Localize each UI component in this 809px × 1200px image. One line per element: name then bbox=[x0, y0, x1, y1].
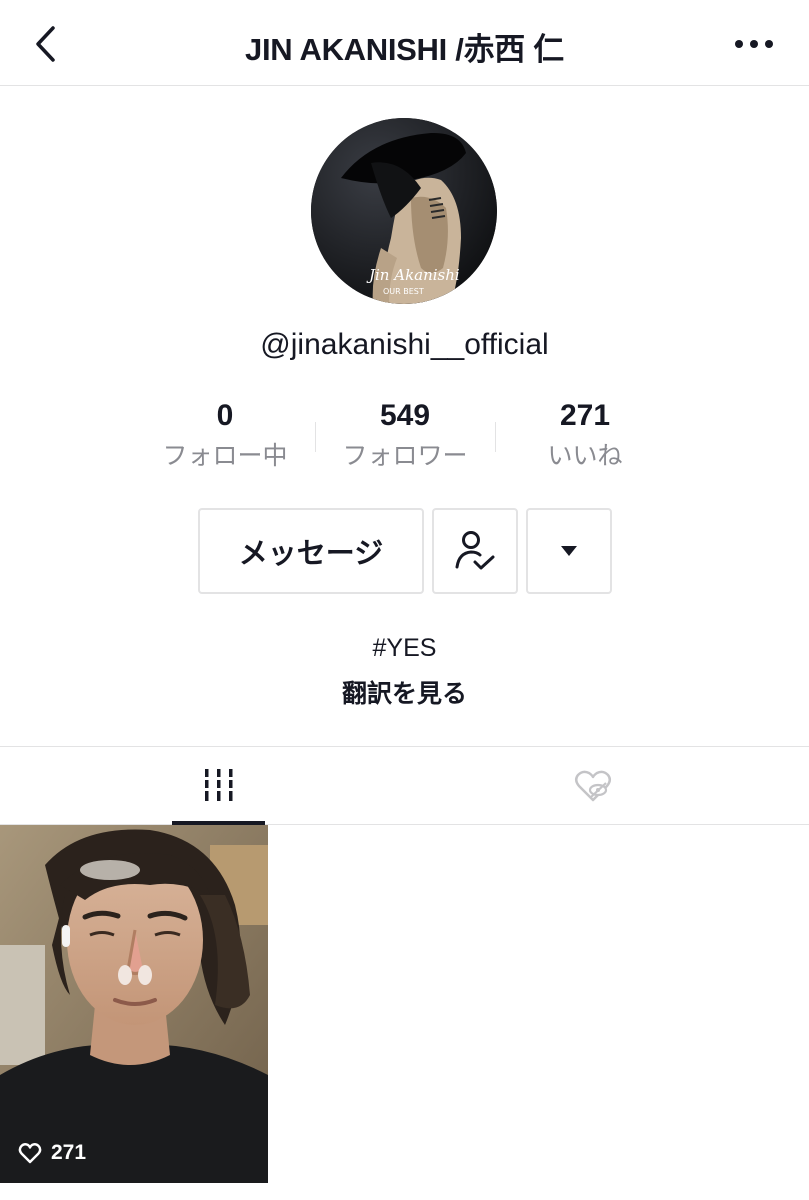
likes-label: いいね bbox=[547, 442, 623, 470]
translate-link[interactable]: 翻訳を見る bbox=[0, 674, 809, 710]
avatar-signature-text: Jin Akanishi bbox=[366, 266, 460, 284]
profile-bio[interactable]: #YES bbox=[0, 634, 809, 663]
tab-liked-videos[interactable] bbox=[546, 747, 639, 825]
likes-count: 271 bbox=[559, 399, 611, 432]
tab-videos[interactable] bbox=[172, 747, 265, 825]
video-thumbnail[interactable]: 271 bbox=[0, 825, 268, 1183]
profile-avatar[interactable]: Jin Akanishi OUR BEST bbox=[311, 118, 497, 304]
content-tabs bbox=[0, 746, 809, 825]
following-stat[interactable]: 0 フォロー中 bbox=[135, 398, 315, 472]
video-like-count: 271 bbox=[18, 1141, 86, 1165]
more-options-button[interactable] bbox=[729, 26, 779, 62]
message-button[interactable]: メッセージ bbox=[198, 508, 424, 594]
followers-stat[interactable]: 549 フォロワー bbox=[315, 398, 495, 472]
username-handle: @jinakanishi__official bbox=[260, 328, 549, 361]
ellipsis-icon bbox=[735, 40, 773, 48]
avatar-artwork: Jin Akanishi OUR BEST bbox=[311, 118, 497, 304]
following-label: フォロー中 bbox=[162, 442, 288, 470]
hidden-heart-icon bbox=[574, 770, 611, 802]
followers-label: フォロワー bbox=[342, 442, 468, 470]
followers-count: 549 bbox=[379, 399, 431, 432]
back-button[interactable] bbox=[26, 22, 66, 66]
avatar-subcaption-text: OUR BEST bbox=[383, 287, 424, 296]
following-status-button[interactable] bbox=[432, 508, 518, 594]
grid-bars-icon bbox=[204, 769, 232, 801]
heart-outline-icon bbox=[18, 1143, 42, 1164]
profile-stats: 0 フォロー中 549 フォロワー 271 いいね bbox=[135, 398, 675, 478]
user-check-icon bbox=[455, 531, 495, 570]
top-nav-bar: JIN AKANISHI /赤西 仁 bbox=[0, 0, 809, 86]
chevron-left-icon bbox=[36, 26, 55, 62]
following-count: 0 bbox=[216, 399, 234, 432]
video-preview-image bbox=[0, 825, 268, 1183]
caret-down-icon bbox=[561, 546, 577, 556]
video-like-number: 271 bbox=[51, 1141, 87, 1164]
likes-stat[interactable]: 271 いいね bbox=[495, 398, 675, 472]
profile-display-name: JIN AKANISHI /赤西 仁 bbox=[245, 32, 564, 67]
suggested-accounts-dropdown[interactable] bbox=[526, 508, 612, 594]
